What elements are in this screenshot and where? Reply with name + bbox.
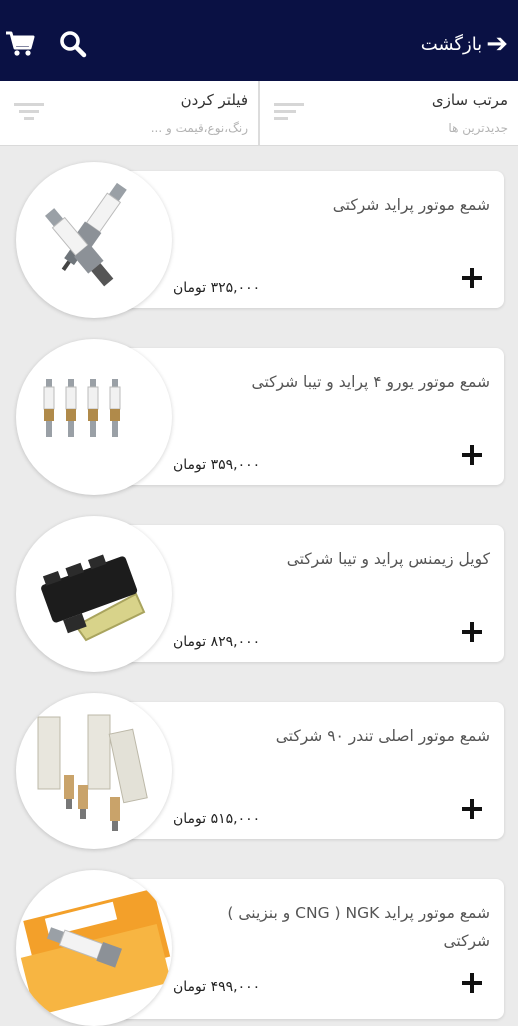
filter-hint: رنگ،نوع،قیمت و ...: [150, 121, 248, 135]
product-card[interactable]: شمع موتور اصلی تندر ۹۰ شرکتی ۵۱۵,۰۰۰ توم…: [118, 702, 504, 839]
product-image[interactable]: [16, 693, 172, 849]
product-image[interactable]: [16, 870, 172, 1026]
filter-button[interactable]: فیلتر کردن رنگ،نوع،قیمت و ...: [0, 81, 258, 145]
product-image[interactable]: [16, 516, 172, 672]
add-to-cart-button[interactable]: [462, 973, 482, 993]
product-card[interactable]: کویل زیمنس پراید و تیبا شرکتی ۸۲۹,۰۰۰ تو…: [118, 525, 504, 662]
sort-filter-bar: مرتب سازی جدیدترین ها فیلتر کردن رنگ،نوع…: [0, 81, 518, 146]
product-image[interactable]: [16, 339, 172, 495]
top-app-bar: ➔ بازگشت: [0, 0, 518, 81]
product-price: ۸۲۹,۰۰۰ تومان: [173, 634, 261, 650]
product-price: ۳۲۵,۰۰۰ تومان: [173, 280, 261, 296]
product-card[interactable]: شمع موتور یورو ۴ پراید و تیبا شرکتی ۳۵۹,…: [118, 348, 504, 485]
back-label: بازگشت: [420, 33, 483, 55]
product-name: شمع موتور پراید شرکتی: [332, 196, 490, 214]
filter-lines-icon: [14, 103, 44, 120]
add-to-cart-button[interactable]: [462, 268, 482, 288]
add-to-cart-button[interactable]: [462, 445, 482, 465]
add-to-cart-button[interactable]: [462, 799, 482, 819]
sort-button[interactable]: مرتب سازی جدیدترین ها: [260, 81, 518, 145]
toolbar-divider: [258, 81, 260, 145]
sort-lines-icon: [274, 103, 304, 120]
product-name: شمع موتور پراید NGK ( CNG و بنزینی ) شرک…: [227, 904, 490, 950]
sort-value: جدیدترین ها: [448, 121, 508, 135]
sort-title: مرتب سازی: [431, 91, 508, 109]
filter-title: فیلتر کردن: [180, 91, 248, 109]
product-name: کویل زیمنس پراید و تیبا شرکتی: [286, 550, 490, 568]
product-price: ۳۵۹,۰۰۰ تومان: [173, 457, 261, 473]
search-icon[interactable]: [57, 28, 89, 60]
product-price: ۴۹۹,۰۰۰ تومان: [173, 979, 261, 995]
product-card[interactable]: شمع موتور پراید NGK ( CNG و بنزینی ) شرک…: [118, 879, 504, 1019]
product-card[interactable]: شمع موتور پراید شرکتی ۳۲۵,۰۰۰ تومان: [118, 171, 504, 308]
arrow-right-icon: ➔: [486, 29, 508, 59]
product-name: شمع موتور یورو ۴ پراید و تیبا شرکتی: [251, 373, 490, 391]
add-to-cart-button[interactable]: [462, 622, 482, 642]
product-image[interactable]: [16, 162, 172, 318]
product-price: ۵۱۵,۰۰۰ تومان: [173, 811, 261, 827]
back-button[interactable]: ➔ بازگشت: [421, 28, 508, 60]
product-name: شمع موتور اصلی تندر ۹۰ شرکتی: [275, 727, 490, 745]
shopping-cart-icon[interactable]: [4, 28, 36, 60]
